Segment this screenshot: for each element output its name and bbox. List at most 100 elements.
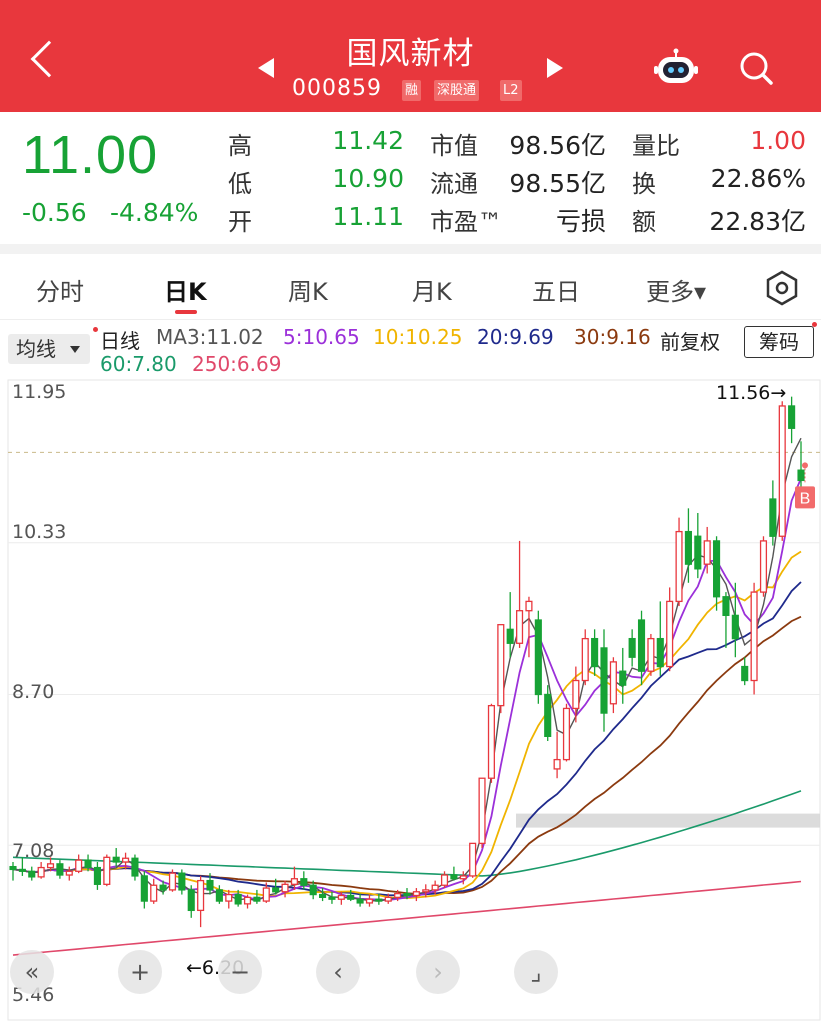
buy-marker-text: B [800, 490, 811, 507]
candle [290, 878, 298, 885]
price-change: -0.56 [22, 198, 87, 227]
candle [694, 535, 702, 570]
ma20-label: 20:9.69 [477, 325, 554, 349]
volume-ratio-value: 1.00 [750, 126, 806, 155]
rewind-icon[interactable]: « [10, 950, 54, 994]
candle [619, 670, 627, 686]
scroll-left-icon[interactable]: ‹ [316, 950, 360, 994]
quote-summary: 11.00 -0.56 -4.84% 高 11.42 低 10.90 开 11.… [0, 112, 821, 244]
candle [394, 892, 402, 898]
candle [666, 600, 674, 668]
candle [347, 894, 355, 900]
chips-button[interactable]: 筹码 [744, 326, 814, 358]
candle [168, 872, 177, 891]
pe-value: 亏损 [555, 207, 606, 236]
candle [600, 647, 608, 714]
margin-tag: 融 [402, 80, 422, 101]
candle [562, 707, 571, 761]
candle [215, 889, 223, 902]
period-tabs: 分时 日K 周K 月K 五日 更多▾ [0, 254, 821, 320]
chevron-down-icon [70, 346, 80, 353]
candle [122, 857, 130, 863]
indicator-select[interactable]: 均线 [8, 334, 90, 364]
high-value: 11.42 [332, 126, 404, 155]
candle [131, 857, 139, 877]
candle [159, 884, 167, 891]
tab-five-day[interactable]: 五日 [532, 272, 580, 307]
candle [440, 874, 449, 886]
tab-more[interactable]: 更多▾ [646, 272, 706, 307]
candle [469, 842, 477, 877]
candle [788, 405, 796, 429]
level2-tag: L2 [500, 80, 522, 101]
candle [759, 540, 768, 593]
candle [628, 637, 636, 658]
candle [225, 893, 233, 902]
scroll-right-icon[interactable]: › [416, 950, 460, 994]
ma250-label: 250:6.69 [192, 352, 282, 376]
ma3-line [12, 437, 802, 902]
candle [769, 498, 777, 537]
low-label: 低 [228, 170, 252, 198]
candle [534, 619, 542, 696]
candle [56, 863, 64, 876]
candle [234, 893, 242, 905]
kline-chart[interactable]: B [0, 376, 821, 1024]
candle [412, 891, 420, 897]
tab-intraday[interactable]: 分时 [36, 272, 84, 307]
ma5-line [12, 478, 802, 901]
zoom-in-icon[interactable]: + [118, 950, 162, 994]
candle [778, 405, 786, 537]
ma60-label: 60:7.80 [100, 352, 177, 376]
candle [84, 859, 92, 869]
candle [262, 887, 270, 902]
float-cap-label: 流通 [430, 170, 478, 198]
candle [309, 884, 317, 896]
candle [403, 892, 411, 897]
candle [478, 777, 486, 845]
candle [178, 872, 186, 891]
candle [722, 596, 730, 617]
app-header: 国风新材 000859 融 深股通 L2 [0, 0, 821, 112]
candle [459, 875, 467, 880]
candle [525, 600, 533, 612]
tab-daily-k[interactable]: 日K [164, 272, 207, 307]
ma5-label: 5:10.65 [283, 325, 360, 349]
high-label: 高 [228, 132, 252, 160]
tab-weekly-k[interactable]: 周K [288, 272, 328, 307]
zoom-out-icon[interactable]: − [218, 950, 262, 994]
ma10-line [12, 550, 802, 900]
prev-stock-icon[interactable] [258, 58, 274, 78]
ma10-label: 10:10.25 [373, 325, 463, 349]
candle [28, 870, 36, 878]
next-stock-icon[interactable] [547, 58, 563, 78]
candle [37, 866, 45, 878]
ma-period-label: 日线 [100, 329, 140, 353]
candle [112, 856, 120, 863]
candle [337, 894, 345, 900]
candle [300, 878, 308, 886]
candle [516, 610, 524, 644]
candle [609, 661, 617, 705]
red-dot-icon [93, 327, 98, 332]
fullscreen-icon[interactable]: ⌟ [514, 950, 558, 994]
search-icon[interactable] [738, 50, 774, 86]
candle [497, 624, 505, 707]
candle [656, 637, 664, 668]
volume-ratio-label: 量比 [632, 132, 680, 160]
market-cap-value: 98.56亿 [509, 131, 606, 160]
stock-code: 000859 [292, 76, 382, 101]
candle [431, 884, 439, 891]
tab-monthly-k[interactable]: 月K [412, 272, 452, 307]
candle [544, 693, 552, 737]
robot-assistant-icon[interactable] [654, 48, 698, 86]
candle [647, 637, 655, 672]
price-adjust-toggle[interactable]: 前复权 [660, 326, 720, 355]
candle [572, 679, 580, 710]
candle [281, 883, 289, 893]
candle [741, 665, 749, 682]
candle [581, 637, 589, 682]
candle [487, 704, 495, 779]
settings-hexagon-icon[interactable] [762, 268, 802, 308]
candle [684, 530, 692, 565]
